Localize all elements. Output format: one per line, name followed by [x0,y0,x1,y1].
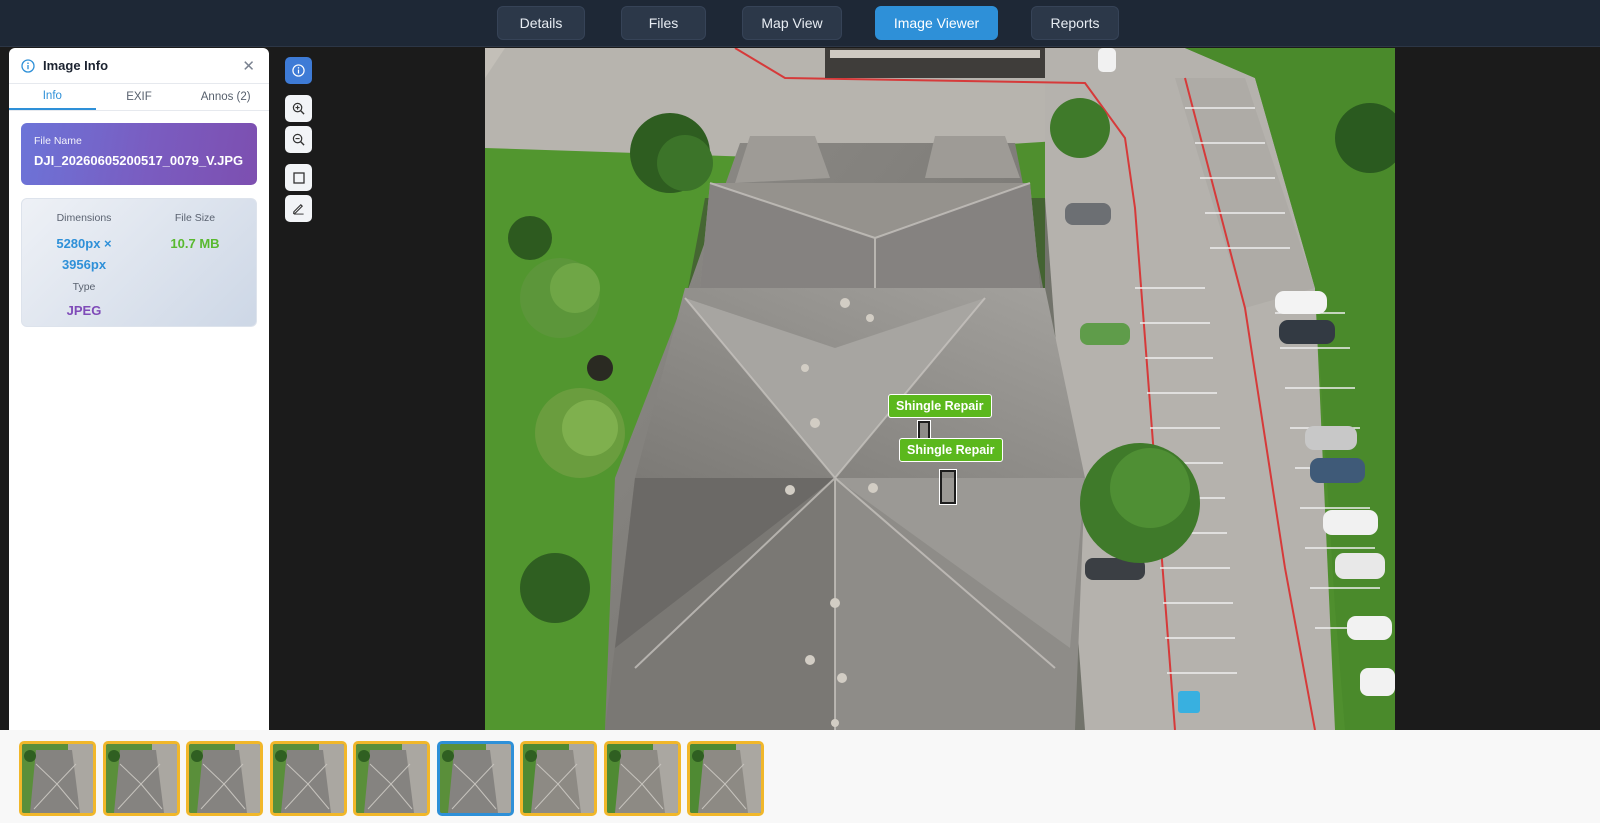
tab-details[interactable]: Details [497,6,585,40]
thumbnail-strip [0,730,1600,823]
zoom-out-button[interactable] [285,126,312,153]
file-size-value: 10.7 MB [170,236,220,251]
thumbnail-image[interactable] [269,741,347,816]
pencil-icon [293,203,304,215]
dimensions-value: 5280px × 3956px [29,233,139,275]
tab-exif[interactable]: EXIF [96,84,183,110]
thumbnail-image[interactable] [687,741,764,816]
file-size-cell: File Size 10.7 MB [140,212,250,254]
annotation-label-1[interactable]: Shingle Repair [888,394,992,418]
thumbnail-image[interactable] [520,741,597,816]
panel-header: Image Info ✕ [9,48,269,84]
zoom-in-icon [292,102,305,115]
rectangle-icon [292,171,305,184]
dimensions-cell: Dimensions 5280px × 3956px [29,212,139,275]
thumbnail-image[interactable] [186,741,263,816]
metadata-card: Dimensions 5280px × 3956px File Size 10.… [21,198,257,327]
annotation-label-2[interactable]: Shingle Repair [899,438,1003,462]
thumbnail-image[interactable] [436,741,514,816]
close-icon[interactable]: ✕ [242,57,255,75]
type-value: JPEG [66,303,102,318]
dimensions-label: Dimensions [56,212,112,224]
file-name-card: File Name DJI_20260605200517_0079_V.JPG [21,123,257,185]
draw-tool-button[interactable] [285,195,312,222]
tab-info[interactable]: Info [9,84,96,110]
panel-title: Image Info [43,58,109,73]
thumbnail-image[interactable] [19,741,96,816]
thumbnail-image[interactable] [603,741,681,816]
dimensions-value-line1: 5280px × [56,236,112,251]
type-cell: Type JPEG [29,281,139,321]
file-name-label: File Name [34,135,82,147]
tab-files[interactable]: Files [621,6,706,40]
tab-reports[interactable]: Reports [1031,6,1119,40]
zoom-out-icon [292,133,305,146]
tab-map-view[interactable]: Map View [742,6,842,40]
thumbnail-image[interactable] [102,741,180,816]
type-label: Type [72,281,96,293]
file-size-label: File Size [174,212,216,224]
dimensions-value-line2: 3956px [61,257,107,272]
aerial-roof-image [485,48,1395,730]
annotation-box-2[interactable] [939,469,957,505]
rectangle-tool-button[interactable] [285,164,312,191]
info-icon [292,64,305,77]
zoom-in-button[interactable] [285,95,312,122]
tab-image-viewer[interactable]: Image Viewer [875,6,998,40]
top-nav-bar: Details Files Map View Image Viewer Repo… [0,0,1600,47]
aerial-image-viewer[interactable]: Shingle Repair Shingle Repair [485,48,1395,730]
info-tabs: Info EXIF Annos (2) [9,84,269,111]
file-name-value: DJI_20260605200517_0079_V.JPG [34,153,244,168]
thumbnail-image[interactable] [353,741,430,816]
tab-annos[interactable]: Annos (2) [182,84,269,110]
info-toggle-button[interactable] [285,57,312,84]
image-info-panel: Image Info ✕ Info EXIF Annos (2) File Na… [9,48,269,730]
info-icon [21,58,35,73]
